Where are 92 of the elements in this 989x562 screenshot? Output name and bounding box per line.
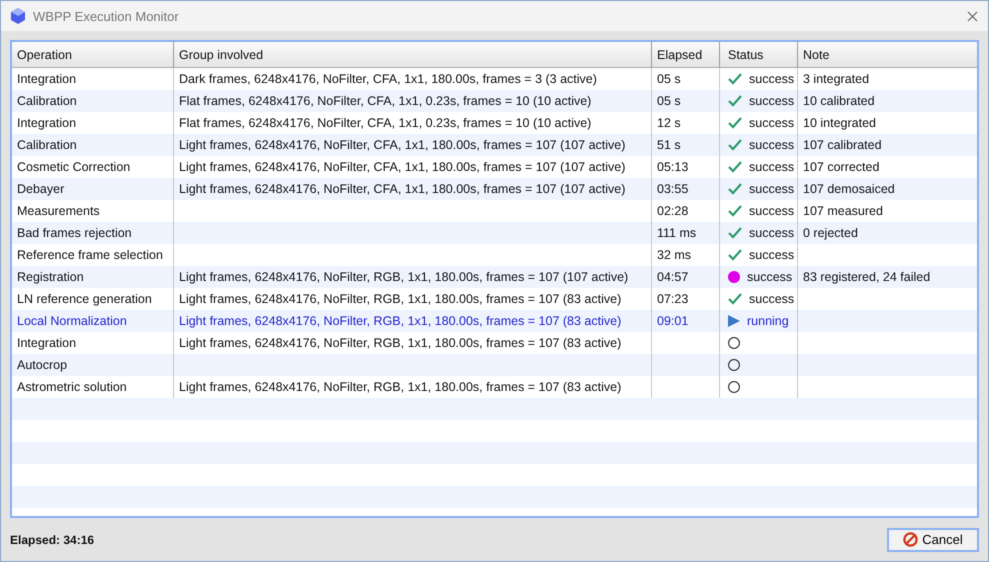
status-text: success xyxy=(749,160,794,174)
cube-icon xyxy=(11,8,25,24)
elapsed-cell: 51 s xyxy=(657,138,681,152)
table-row[interactable]: Bad frames rejection 111 ms success 0 rejected xyxy=(12,222,977,244)
elapsed-cell: 05 s xyxy=(657,94,681,108)
group-cell: Light frames, 6248x4176, NoFilter, CFA, 1x1, 180.00s, frames = 107 (107 active) xyxy=(179,160,626,174)
operation-cell: Cosmetic Correction xyxy=(17,160,130,174)
note-cell: 107 calibrated xyxy=(803,138,882,152)
operation-cell: Integration xyxy=(17,116,76,130)
prohibited-icon xyxy=(903,532,918,547)
operation-cell: Reference frame selection xyxy=(17,248,163,262)
check-icon xyxy=(728,205,742,217)
note-cell: 10 calibrated xyxy=(803,94,875,108)
cancel-button[interactable]: Cancel xyxy=(887,528,979,552)
table-row[interactable]: Calibration Flat frames, 6248x4176, NoFilter, CFA, 1x1, 0.23s, frames = 10 (10 active) 05 s success 10 calibrated xyxy=(12,90,977,112)
check-icon xyxy=(728,161,742,173)
check-icon xyxy=(728,95,742,107)
status-text: success xyxy=(747,270,792,284)
status-text: success xyxy=(749,226,794,240)
status-text: success xyxy=(749,204,794,218)
group-cell: Flat frames, 6248x4176, NoFilter, CFA, 1x1, 0.23s, frames = 10 (10 active) xyxy=(179,116,592,130)
status-text: success xyxy=(749,72,794,86)
status-text: success xyxy=(749,94,794,108)
column-header[interactable]: Group involved xyxy=(174,42,652,67)
column-header[interactable]: Elapsed xyxy=(652,42,720,67)
group-cell: Light frames, 6248x4176, NoFilter, RGB, 1x1, 180.00s, frames = 107 (83 active) xyxy=(179,292,622,306)
group-cell: Light frames, 6248x4176, NoFilter, RGB, 1x1, 180.00s, frames = 107 (83 active) xyxy=(179,380,622,394)
operation-cell: Registration xyxy=(17,270,84,284)
note-cell: 10 integrated xyxy=(803,116,876,130)
note-cell: 107 measured xyxy=(803,204,883,218)
play-icon xyxy=(728,315,740,327)
status-text: running xyxy=(747,314,789,328)
operation-cell: Integration xyxy=(17,336,76,350)
column-header[interactable]: Status xyxy=(720,42,798,67)
group-cell: Dark frames, 6248x4176, NoFilter, CFA, 1x1, 180.00s, frames = 3 (3 active) xyxy=(179,72,597,86)
column-header[interactable]: Note xyxy=(798,42,977,67)
check-icon xyxy=(728,293,742,305)
note-cell: 83 registered, 24 failed xyxy=(803,270,930,284)
note-cell: 107 corrected xyxy=(803,160,880,174)
operation-cell: Local Normalization xyxy=(17,314,127,328)
elapsed-cell: 09:01 xyxy=(657,314,688,328)
group-cell: Light frames, 6248x4176, NoFilter, RGB, 1x1, 180.00s, frames = 107 (83 active) xyxy=(179,314,622,328)
elapsed-cell: 05:13 xyxy=(657,160,688,174)
operation-cell: Astrometric solution xyxy=(17,380,127,394)
table-row[interactable]: Debayer Light frames, 6248x4176, NoFilter, CFA, 1x1, 180.00s, frames = 107 (107 active) 03:55 success 107 demosaiced xyxy=(12,178,977,200)
elapsed-cell: 05 s xyxy=(657,72,681,86)
operation-cell: Bad frames rejection xyxy=(17,226,132,240)
status-text: success xyxy=(749,138,794,152)
status-text: success xyxy=(749,116,794,130)
elapsed-cell: 04:57 xyxy=(657,270,688,284)
operation-cell: Integration xyxy=(17,72,76,86)
table-row[interactable]: Autocrop xyxy=(12,354,977,376)
column-header[interactable]: Operation xyxy=(12,42,174,67)
note-cell: 107 demosaiced xyxy=(803,182,895,196)
check-icon xyxy=(728,249,742,261)
group-cell: Light frames, 6248x4176, NoFilter, CFA, 1x1, 180.00s, frames = 107 (107 active) xyxy=(179,182,626,196)
elapsed-cell: 32 ms xyxy=(657,248,692,262)
close-icon[interactable] xyxy=(967,10,978,22)
operation-cell: Measurements xyxy=(17,204,100,218)
status-text: success xyxy=(749,248,794,262)
table-row[interactable]: Calibration Light frames, 6248x4176, NoFilter, CFA, 1x1, 180.00s, frames = 107 (107 active) 51 s success 107 calibrated xyxy=(12,134,977,156)
elapsed-cell: 12 s xyxy=(657,116,681,130)
status-text: success xyxy=(749,182,794,196)
group-cell: Light frames, 6248x4176, NoFilter, CFA, 1x1, 180.00s, frames = 107 (107 active) xyxy=(179,138,626,152)
empty-circle-icon xyxy=(728,381,740,393)
check-icon xyxy=(728,227,742,239)
status-text: success xyxy=(749,292,794,306)
empty-circle-icon xyxy=(728,359,740,371)
elapsed-cell: 02:28 xyxy=(657,204,688,218)
table-row[interactable]: Registration Light frames, 6248x4176, NoFilter, RGB, 1x1, 180.00s, frames = 107 (107 active) 04:57 success 83 registered, 24 failed xyxy=(12,266,977,288)
empty-circle-icon xyxy=(728,337,740,349)
elapsed-cell: 07:23 xyxy=(657,292,688,306)
group-cell: Light frames, 6248x4176, NoFilter, RGB, 1x1, 180.00s, frames = 107 (107 active) xyxy=(179,270,628,284)
elapsed-cell: 03:55 xyxy=(657,182,688,196)
group-cell: Flat frames, 6248x4176, NoFilter, CFA, 1x1, 0.23s, frames = 10 (10 active) xyxy=(179,94,592,108)
elapsed-cell: 111 ms xyxy=(657,226,696,240)
operation-cell: Calibration xyxy=(17,138,77,152)
table-row[interactable]: Local Normalization Light frames, 6248x4176, NoFilter, RGB, 1x1, 180.00s, frames = 107 (83 active) 09:01 running xyxy=(12,310,977,332)
dot-icon xyxy=(728,271,740,283)
note-cell: 0 rejected xyxy=(803,226,858,240)
operation-cell: Autocrop xyxy=(17,358,68,372)
check-icon xyxy=(728,183,742,195)
window-title: WBPP Execution Monitor xyxy=(33,8,180,24)
total-elapsed: Elapsed: 34:16 xyxy=(10,532,94,546)
operation-cell: LN reference generation xyxy=(17,292,152,306)
check-icon xyxy=(728,139,742,151)
group-cell: Light frames, 6248x4176, NoFilter, RGB, 1x1, 180.00s, frames = 107 (83 active) xyxy=(179,336,622,350)
check-icon xyxy=(728,73,742,85)
operation-cell: Debayer xyxy=(17,182,64,196)
note-cell: 3 integrated xyxy=(803,72,870,86)
operation-cell: Calibration xyxy=(17,94,77,108)
check-icon xyxy=(728,117,742,129)
